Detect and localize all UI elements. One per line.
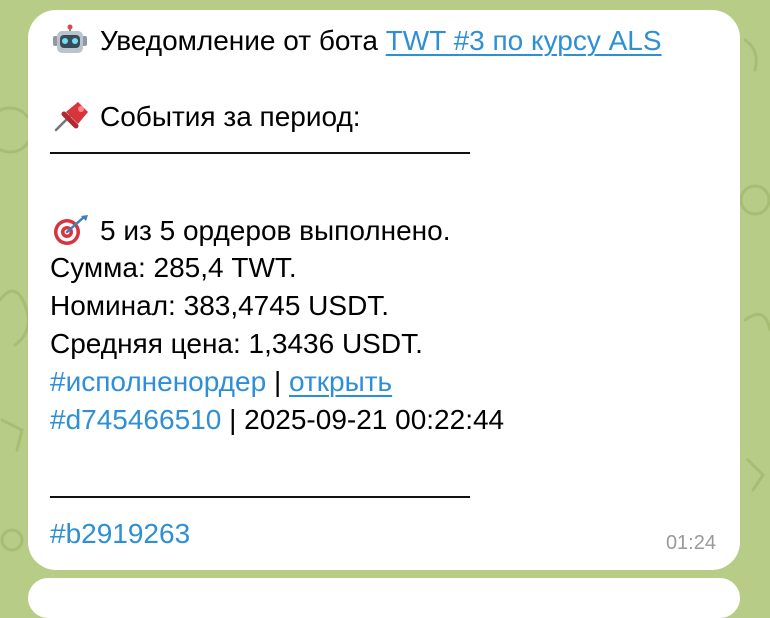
message-title-line: Уведомление от бота TWT #3 по курсу ALS: [50, 24, 662, 57]
bot-tag-line: #b2919263: [50, 518, 190, 550]
hashtag-order[interactable]: #d745466510: [50, 404, 221, 435]
next-message-bubble: [28, 578, 740, 618]
hashtag-bot[interactable]: #b2919263: [50, 518, 190, 549]
avg-price-text: Средняя цена: 1,3436 USDT.: [50, 328, 423, 359]
datetime-text: | 2025-09-21 00:22:44: [229, 404, 505, 435]
hashtag-filled[interactable]: #исполненордер: [50, 366, 266, 397]
bot-link[interactable]: TWT #3 по курсу ALS: [386, 25, 662, 56]
orders-text: 5 из 5 ордеров выполнено.: [100, 215, 451, 246]
robot-icon: [53, 24, 87, 53]
filled-line: #исполненордер | открыть: [50, 366, 392, 398]
order-id-line: #d745466510 | 2025-09-21 00:22:44: [50, 404, 504, 436]
events-heading: События за период:: [100, 101, 361, 132]
open-link[interactable]: открыть: [289, 366, 392, 397]
target-icon: [54, 215, 88, 245]
separator: |: [273, 366, 282, 397]
events-heading-line: События за период:: [50, 100, 361, 133]
orders-line: 5 из 5 ордеров выполнено.: [50, 214, 450, 247]
pushpin-icon: [54, 102, 88, 132]
divider-top: [50, 152, 470, 154]
divider-bottom: [50, 496, 470, 498]
sum-text: Сумма: 285,4 TWT.: [50, 252, 297, 283]
message-time: 01:24: [665, 532, 716, 554]
nominal-text: Номинал: 383,4745 USDT.: [50, 290, 390, 321]
title-prefix: Уведомление от бота: [100, 25, 378, 56]
